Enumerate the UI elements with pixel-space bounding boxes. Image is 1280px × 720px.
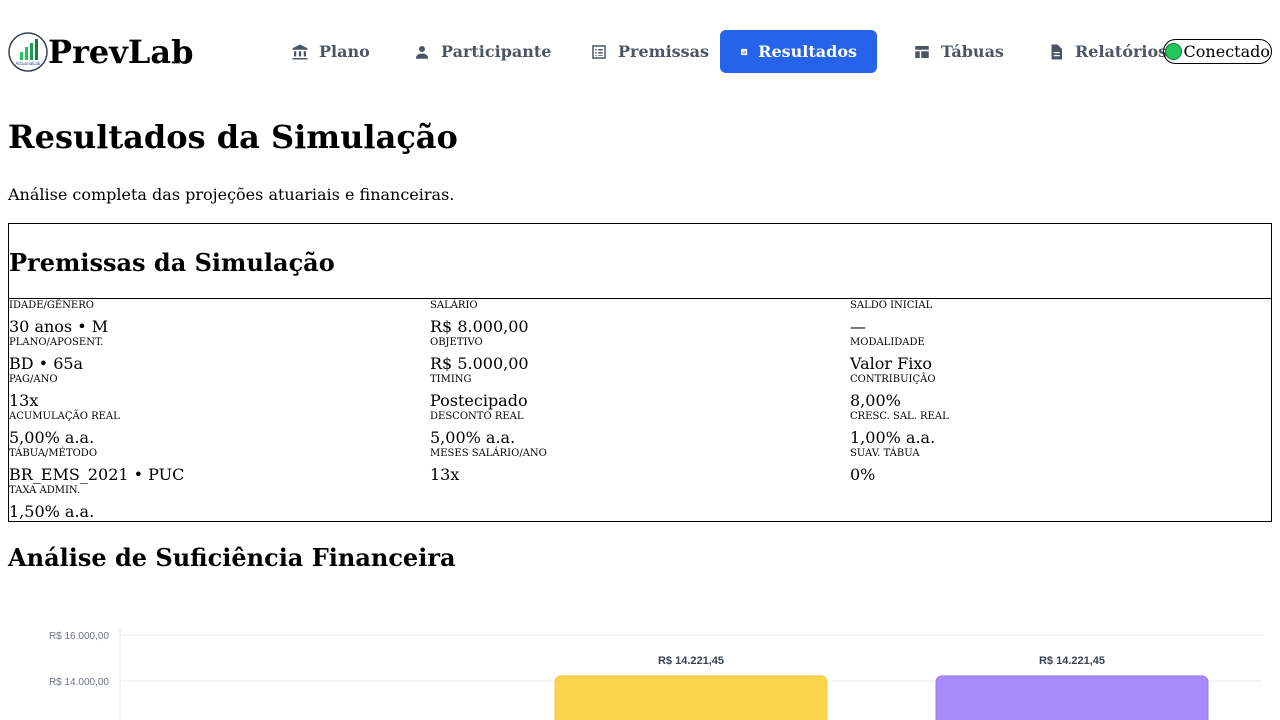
field-value: BD • 65a — [9, 354, 84, 373]
nav-label: Participante — [441, 42, 552, 61]
nav-label: Relatórios — [1075, 42, 1168, 61]
field-label: DESCONTO REAL — [430, 411, 524, 422]
field-label: CRESC. SAL. REAL — [850, 411, 949, 422]
table-icon — [915, 45, 929, 58]
field-suav-tabua: SUAV. TÁBUA 0% — [850, 448, 1270, 485]
field-label: TAXA ADMIN. — [9, 485, 81, 496]
field-label: PLANO/APOSENT. — [9, 337, 104, 348]
field-contribuicao: CONTRIBUIÇÃO 8,00% — [850, 374, 1270, 411]
connection-status-badge: Conectado — [1162, 39, 1272, 64]
chart-bar[interactable] — [554, 675, 828, 720]
field-value: 0% — [850, 465, 876, 484]
field-value: 8,00% — [850, 391, 901, 410]
field-label: SUAV. TÁBUA — [850, 448, 920, 459]
field-saldo-inicial: SALDO INICIAL — — [850, 300, 1270, 337]
field-label: TÁBUA/MÉTODO — [9, 448, 98, 459]
nav-label: Tábuas — [941, 42, 1004, 61]
field-value: 13x — [430, 465, 460, 484]
field-timing: TIMING Postecipado — [430, 374, 850, 411]
svg-text:ActuarialLab: ActuarialLab — [16, 61, 41, 66]
y-tick-label: R$ 14.000,00 — [49, 677, 109, 688]
field-label: CONTRIBUIÇÃO — [850, 374, 936, 385]
field-label: PAG/ANO — [9, 374, 58, 385]
field-idade-genero: IDADE/GÊNERO 30 anos • M — [9, 300, 429, 337]
field-objetivo: OBJETIVO R$ 5.000,00 — [430, 337, 850, 374]
field-label: SALDO INICIAL — [850, 300, 933, 311]
field-meses-salario-ano: MESES SALÁRIO/ANO 13x — [430, 448, 850, 485]
nav-label: Resultados — [758, 42, 857, 61]
nav-item-resultados[interactable]: Resultados — [720, 30, 877, 73]
person-icon — [416, 45, 428, 59]
page-title: Resultados da Simulação — [8, 118, 458, 156]
field-taxa-admin: TAXA ADMIN. 1,50% a.a. — [9, 485, 429, 522]
top-header: Plano Participante Premissas Resultados … — [8, 30, 1272, 74]
field-plano-aposent: PLANO/APOSENT. BD • 65a — [9, 337, 429, 374]
nav-item-tabuas[interactable]: Tábuas — [893, 30, 1024, 73]
bar-chart-icon — [741, 48, 748, 55]
nav-item-premissas[interactable]: Premissas — [570, 30, 729, 73]
document-icon — [1051, 44, 1062, 59]
main-nav: Plano Participante Premissas Resultados … — [8, 30, 1272, 73]
field-value: 30 anos • M — [9, 317, 109, 336]
field-salario: SALÁRIO R$ 8.000,00 — [430, 300, 850, 337]
list-icon — [592, 44, 606, 59]
field-cresc-sal-real: CRESC. SAL. REAL 1,00% a.a. — [850, 411, 1270, 448]
brand-name: PrevLab — [48, 33, 194, 71]
field-pag-ano: PAG/ANO 13x — [9, 374, 429, 411]
page-subtitle: Análise completa das projeções atuariais… — [8, 185, 455, 204]
field-acumulacao-real: ACUMULAÇÃO REAL 5,00% a.a. — [9, 411, 429, 448]
premissas-card: Premissas da Simulação IDADE/GÊNERO 30 an… — [8, 223, 1272, 522]
y-tick-label: R$ 16.000,00 — [49, 631, 109, 642]
field-value: BR_EMS_2021 • PUC — [9, 465, 185, 484]
nav-item-participante[interactable]: Participante — [393, 30, 571, 73]
field-label: MODALIDADE — [850, 337, 925, 348]
bar-value-label: R$ 14.221,45 — [1039, 655, 1105, 667]
field-label: OBJETIVO — [430, 337, 483, 348]
brand[interactable]: ActuarialLab PrevLab — [8, 32, 193, 72]
nav-item-plano[interactable]: Plano — [271, 30, 390, 73]
field-desconto-real: DESCONTO REAL 5,00% a.a. — [430, 411, 850, 448]
nav-label: Plano — [319, 42, 370, 61]
field-modalidade: MODALIDADE Valor Fixo — [850, 337, 1270, 374]
status-dot-icon — [1164, 43, 1182, 60]
chart-bar[interactable] — [935, 675, 1209, 720]
field-label: SALÁRIO — [430, 300, 478, 311]
field-value: Valor Fixo — [850, 354, 932, 373]
field-value: 5,00% a.a. — [9, 428, 95, 447]
field-label: MESES SALÁRIO/ANO — [430, 448, 547, 459]
connection-status-label: Conectado — [1183, 42, 1270, 61]
field-value: 1,00% a.a. — [850, 428, 936, 447]
bank-icon — [292, 44, 308, 59]
field-tabua-metodo: TÁBUA/MÉTODO BR_EMS_2021 • PUC — [9, 448, 429, 485]
logo-icon: ActuarialLab — [8, 32, 48, 72]
field-value: 13x — [9, 391, 39, 410]
field-value: 1,50% a.a. — [9, 502, 95, 521]
field-value: — — [850, 317, 866, 336]
field-value: R$ 5.000,00 — [430, 354, 529, 373]
field-value: Postecipado — [430, 391, 528, 410]
field-label: TIMING — [430, 374, 472, 385]
field-value: R$ 8.000,00 — [430, 317, 529, 336]
premissas-title: Premissas da Simulação — [9, 248, 335, 277]
suficiencia-title: Análise de Suficiência Financeira — [8, 543, 456, 572]
field-label: IDADE/GÊNERO — [9, 300, 94, 311]
nav-label: Premissas — [618, 42, 710, 61]
suficiencia-chart: R$ 16.000,00 R$ 14.000,00 R$ 14.221,45 R$ 1… — [49, 629, 1262, 720]
bar-value-label: R$ 14.221,45 — [658, 655, 724, 667]
field-label: ACUMULAÇÃO REAL — [9, 411, 120, 422]
card-divider — [8, 298, 1272, 299]
field-value: 5,00% a.a. — [430, 428, 516, 447]
